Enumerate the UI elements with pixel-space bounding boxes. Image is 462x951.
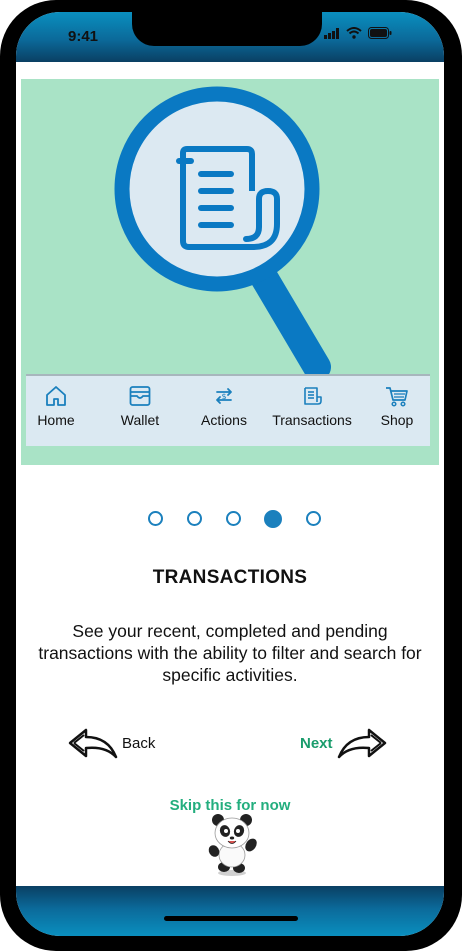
tab-shop[interactable]: Shop (374, 384, 420, 428)
pagination-dots (146, 510, 326, 535)
hero-illustration: Home Wallet $ Actions Transactions Shop (21, 79, 439, 465)
tab-label: Wallet (120, 412, 160, 428)
tab-label: Actions (201, 412, 247, 428)
tab-bar: Home Wallet $ Actions Transactions Shop (26, 374, 430, 446)
status-time: 9:41 (68, 28, 99, 45)
notch (132, 12, 322, 46)
tab-transactions[interactable]: Transactions (262, 384, 362, 428)
battery-icon (368, 27, 392, 39)
tab-label: Home (37, 412, 75, 428)
next-arrow-icon (337, 728, 386, 759)
phone-frame: 9:41 Home Wallet $ Actions Transactions … (0, 0, 462, 951)
page-dot-1[interactable] (148, 511, 163, 526)
exchange-icon: $ (216, 388, 232, 404)
tab-label: Transactions (272, 412, 352, 428)
home-icon (46, 386, 66, 406)
screen: 9:41 Home Wallet $ Actions Transactions … (16, 12, 444, 936)
page-dot-3[interactable] (226, 511, 241, 526)
receipt-icon (304, 387, 322, 405)
tab-wallet[interactable]: Wallet (114, 384, 166, 428)
back-arrow-icon (68, 728, 118, 759)
page-title: TRANSACTIONS (152, 567, 308, 588)
page-dot-5[interactable] (306, 511, 321, 526)
wifi-icon (346, 27, 362, 39)
tab-label: Shop (380, 412, 414, 428)
next-button[interactable]: Next (300, 726, 420, 760)
home-indicator[interactable] (164, 916, 298, 921)
status-icons (324, 27, 392, 39)
wallet-icon (129, 386, 151, 406)
signal-icon (324, 27, 339, 39)
page-description: See your recent, completed and pending t… (38, 621, 422, 685)
svg-text:$: $ (221, 392, 226, 401)
panda-mascot-icon (208, 814, 257, 876)
page-dot-2[interactable] (187, 511, 202, 526)
bottom-bar (16, 886, 444, 936)
tab-home[interactable]: Home (30, 384, 82, 428)
tab-actions[interactable]: $ Actions (194, 384, 254, 428)
back-label: Back (122, 734, 156, 752)
cart-icon (386, 387, 408, 407)
status-bar: 9:41 (16, 12, 444, 62)
page-dot-4-active[interactable] (264, 510, 282, 528)
next-label: Next (300, 734, 333, 752)
back-button[interactable]: Back (68, 726, 188, 760)
